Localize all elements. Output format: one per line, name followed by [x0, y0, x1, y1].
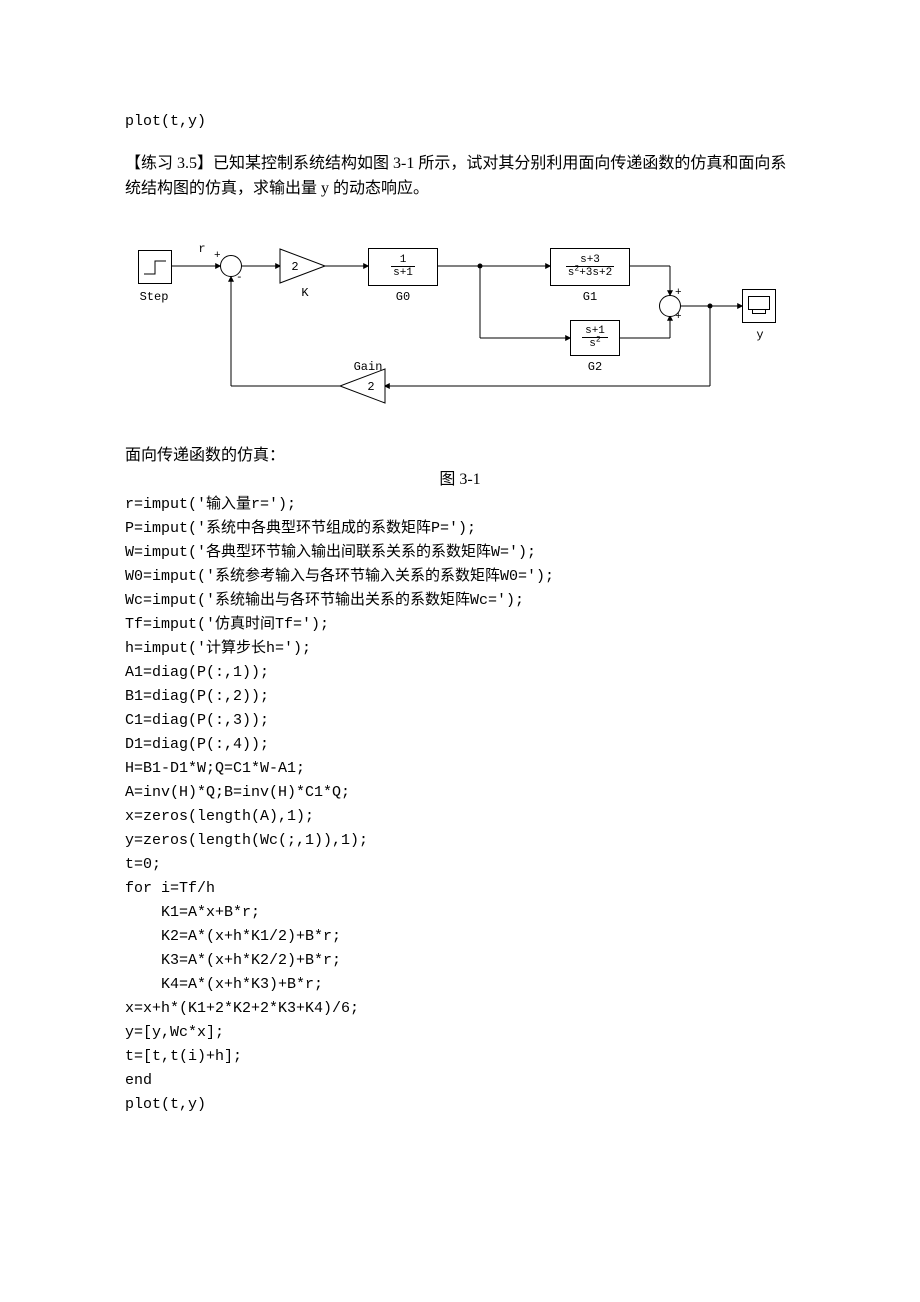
code-line: Tf=imput('仿真时间Tf='); [125, 613, 795, 637]
code-line: plot(t,y) [125, 1093, 795, 1117]
fb-gain-label: Gain [348, 358, 388, 377]
tf-block-G0: 1 s+1 [368, 248, 438, 286]
figure-caption: 图 3-1 [125, 468, 795, 493]
document-page: plot(t,y) 【练习 3.5】已知某控制系统结构如图 3-1 所示，试对其… [0, 0, 920, 1302]
code-line: h=imput('计算步长h='); [125, 637, 795, 661]
code-line: C1=diag(P(:,3)); [125, 709, 795, 733]
tf-block-G2: s+1 s2 [570, 320, 620, 356]
scope-block [742, 289, 776, 323]
code-line: for i=Tf/h [125, 877, 795, 901]
code-line-top: plot(t,y) [125, 110, 795, 134]
code-line: K2=A*(x+h*K1/2)+B*r; [125, 925, 795, 949]
code-line: K4=A*(x+h*K3)+B*r; [125, 973, 795, 997]
signal-r-label: r [192, 240, 212, 259]
tf-block-G1: s+3 s2+3s+2 [550, 248, 630, 286]
code-line: A1=diag(P(:,1)); [125, 661, 795, 685]
exercise-prompt: 【练习 3.5】已知某控制系统结构如图 3-1 所示，试对其分别利用面向传递函数… [125, 152, 795, 202]
code-line: W=imput('各典型环节输入输出间联系关系的系数矩阵W='); [125, 541, 795, 565]
code-line: x=zeros(length(A),1); [125, 805, 795, 829]
G1-label: G1 [575, 288, 605, 307]
code-line: r=imput('输入量r='); [125, 493, 795, 517]
code-line: K3=A*(x+h*K2/2)+B*r; [125, 949, 795, 973]
gain-K-label: K [290, 284, 320, 303]
code-line: H=B1-D1*W;Q=C1*W-A1; [125, 757, 795, 781]
gain-K-value: 2 [288, 258, 302, 277]
code-line: Wc=imput('系统输出与各环节输出关系的系数矩阵Wc='); [125, 589, 795, 613]
code-line: t=[t,t(i)+h]; [125, 1045, 795, 1069]
G0-label: G0 [388, 288, 418, 307]
code-line: t=0; [125, 853, 795, 877]
code-line: y=zeros(length(Wc(;,1)),1); [125, 829, 795, 853]
code-block: r=imput('输入量r=');P=imput('系统中各典型环节组成的系数矩… [125, 493, 795, 1117]
code-line: y=[y,Wc*x]; [125, 1021, 795, 1045]
code-line: B1=diag(P(:,2)); [125, 685, 795, 709]
code-line: W0=imput('系统参考输入与各环节输入关系的系数矩阵W0='); [125, 565, 795, 589]
code-line: K1=A*x+B*r; [125, 901, 795, 925]
block-diagram: Step r + - 2 K 1 s+1 G0 s+3 s [130, 226, 790, 416]
code-line: P=imput('系统中各典型环节组成的系数矩阵P='); [125, 517, 795, 541]
output-y-label: y [750, 326, 770, 345]
code-line: end [125, 1069, 795, 1093]
G2-label: G2 [580, 358, 610, 377]
code-line: A=inv(H)*Q;B=inv(H)*C1*Q; [125, 781, 795, 805]
code-line: D1=diag(P(:,4)); [125, 733, 795, 757]
section-heading: 面向传递函数的仿真： [125, 444, 795, 469]
code-line: x=x+h*(K1+2*K2+2*K3+K4)/6; [125, 997, 795, 1021]
fb-gain-value: 2 [364, 378, 378, 397]
step-label: Step [130, 288, 178, 307]
